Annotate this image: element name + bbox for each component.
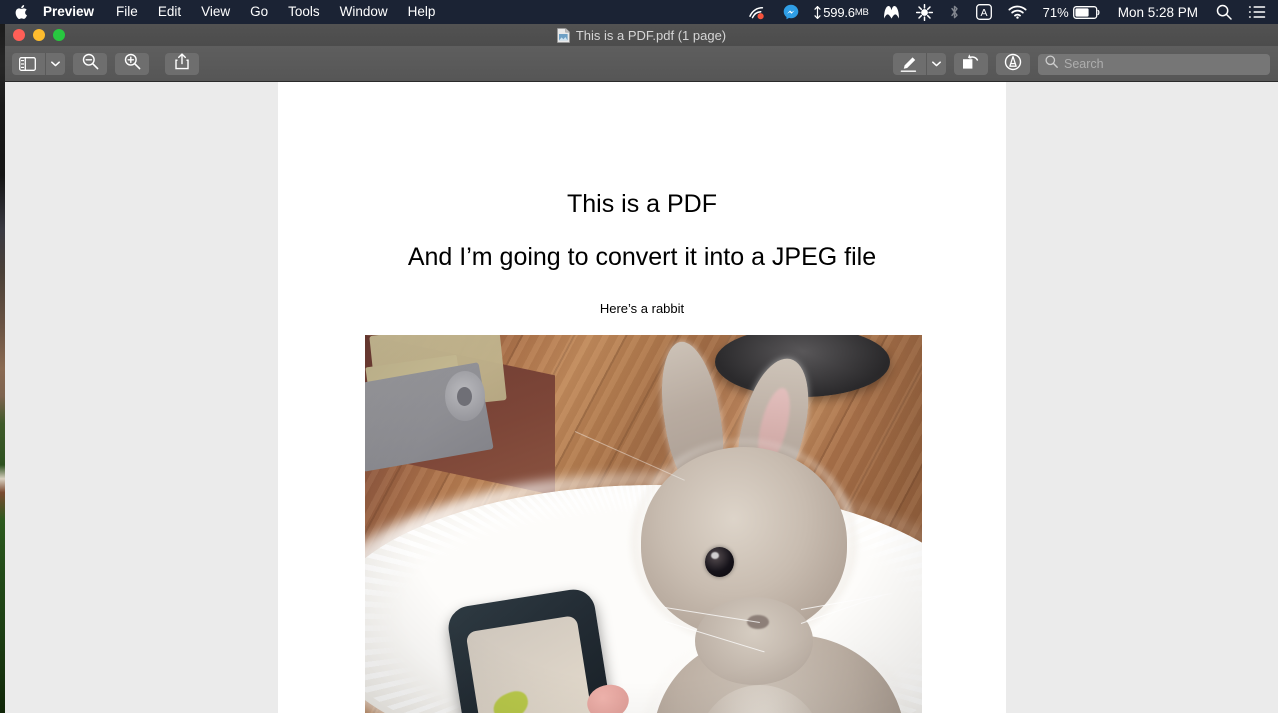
sidebar-toggle-button[interactable]	[12, 52, 65, 75]
screen-recording-icon[interactable]	[739, 0, 775, 24]
menu-go[interactable]: Go	[240, 0, 278, 24]
menu-app-preview[interactable]: Preview	[41, 0, 106, 24]
share-icon	[175, 52, 189, 75]
svg-text:A: A	[980, 7, 987, 19]
pdf-document-icon	[556, 27, 570, 43]
rotate-left-icon	[962, 53, 980, 75]
rabbit-photo	[365, 335, 922, 713]
clock[interactable]: Mon 5:28 PM	[1108, 0, 1208, 24]
menu-window[interactable]: Window	[330, 0, 398, 24]
sidebar-toggle-icon[interactable]	[12, 53, 42, 75]
apple-logo-icon[interactable]	[0, 4, 41, 20]
menu-bar-left: Preview File Edit View Go Tools Window H…	[0, 0, 445, 24]
chevron-down-icon[interactable]	[45, 52, 65, 75]
share-button[interactable]	[165, 52, 199, 75]
brightness-sun-icon[interactable]	[908, 0, 941, 24]
pdf-page[interactable]: This is a PDF And I’m going to convert i…	[278, 82, 1006, 713]
malwarebytes-icon[interactable]	[875, 0, 908, 24]
search-icon	[1045, 55, 1058, 73]
network-speed-unit: MB	[854, 6, 869, 18]
menu-help[interactable]: Help	[398, 0, 446, 24]
bluetooth-icon[interactable]	[941, 0, 968, 24]
network-speed-indicator[interactable]: 599.6 MB	[807, 0, 874, 24]
window-toolbar: Search	[5, 46, 1278, 82]
search-field[interactable]: Search	[1038, 53, 1270, 75]
annotate-button[interactable]	[996, 53, 1030, 75]
zoom-out-icon	[82, 53, 99, 75]
window-title-bar[interactable]: This is a PDF.pdf (1 page)	[5, 24, 1278, 46]
network-speed-value: 599.6	[823, 4, 855, 20]
annotate-circle-icon	[1004, 53, 1022, 76]
zoom-in-icon	[124, 53, 141, 75]
chevron-down-icon[interactable]	[926, 53, 946, 75]
spotlight-search-icon[interactable]	[1208, 0, 1240, 24]
input-source-icon[interactable]: A	[968, 0, 1000, 24]
document-heading-2: And I’m going to convert it into a JPEG …	[407, 243, 877, 271]
window-title-text: This is a PDF.pdf (1 page)	[575, 27, 727, 43]
menu-tools[interactable]: Tools	[278, 0, 330, 24]
battery-icon[interactable]	[1072, 0, 1108, 24]
control-center-icon[interactable]	[1240, 0, 1278, 24]
toolbar-right-group: Search	[893, 46, 1270, 82]
document-canvas[interactable]: This is a PDF And I’m going to convert i…	[5, 82, 1278, 713]
markup-pen-icon[interactable]	[893, 53, 923, 75]
menu-file[interactable]: File	[106, 0, 148, 24]
preview-window: This is a PDF.pdf (1 page) Search This i…	[5, 24, 1278, 713]
markup-button[interactable]	[893, 53, 946, 75]
menu-view[interactable]: View	[191, 0, 240, 24]
messenger-icon[interactable]	[775, 0, 807, 24]
rotate-button[interactable]	[954, 53, 988, 75]
menu-bar: Preview File Edit View Go Tools Window H…	[0, 0, 1278, 24]
wifi-icon[interactable]	[1000, 0, 1035, 24]
menu-bar-status-area: 599.6 MB A 71% Mon 5:28 PM	[739, 0, 1278, 24]
menu-edit[interactable]: Edit	[148, 0, 191, 24]
document-heading-1: This is a PDF	[566, 190, 718, 218]
window-title-group: This is a PDF.pdf (1 page)	[5, 24, 1278, 46]
toolbar-left-group	[5, 52, 199, 75]
zoom-out-button[interactable]	[73, 52, 107, 75]
zoom-in-button[interactable]	[115, 52, 149, 75]
search-input[interactable]: Search	[1064, 57, 1104, 71]
battery-percent-label: 71%	[1042, 4, 1069, 20]
document-caption: Here’s a rabbit	[599, 301, 685, 316]
screen: Preview File Edit View Go Tools Window H…	[0, 0, 1278, 713]
